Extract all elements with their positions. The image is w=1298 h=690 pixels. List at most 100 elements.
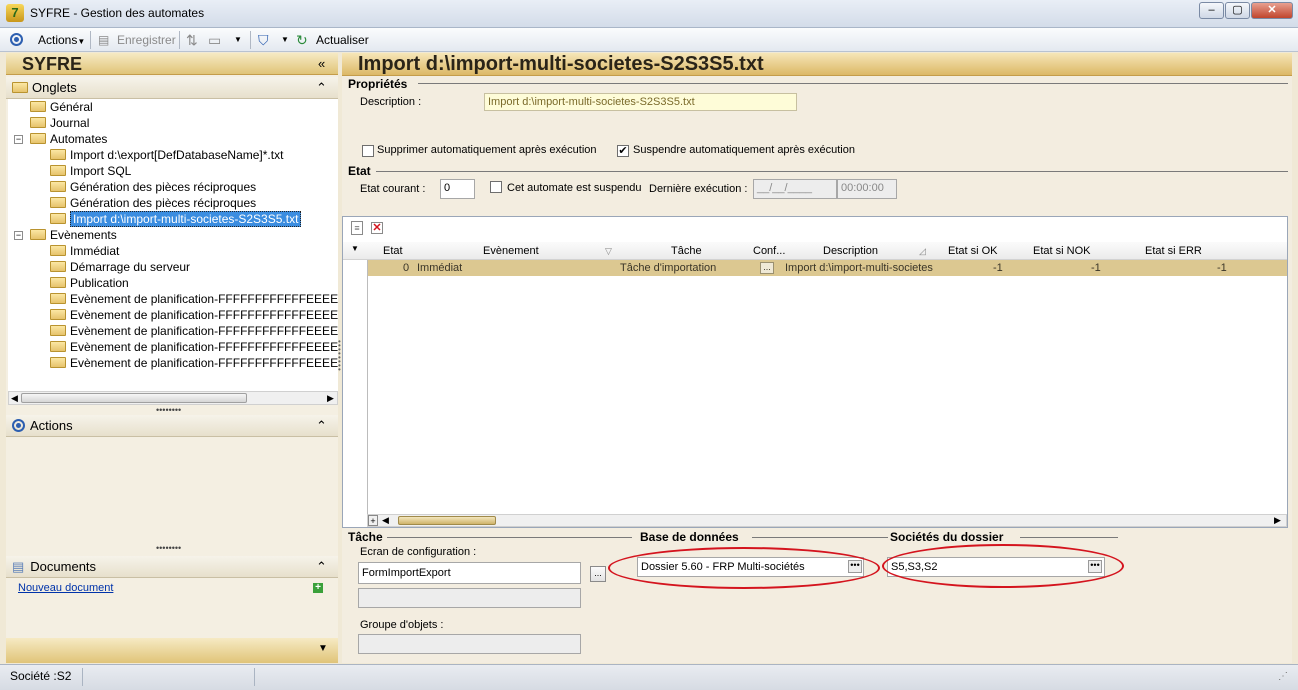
grid-add-icon[interactable]: + (368, 515, 378, 526)
scroll-right-icon[interactable]: ▶ (1274, 515, 1281, 526)
actions-group-label: Actions (30, 418, 73, 433)
ecran-input[interactable]: FormImportExport (358, 562, 581, 584)
filter-icon[interactable]: ⛉ (258, 32, 269, 48)
highlight-ellipse (882, 544, 1124, 588)
delete-row-icon[interactable]: ✕ (371, 222, 383, 234)
column-header[interactable]: Evènement (483, 243, 539, 259)
scroll-thumb[interactable] (21, 393, 247, 403)
tree-item-event[interactable]: Evènement de planification-FFFFFFFFFFFFE… (50, 307, 338, 323)
actions-menu[interactable]: Actions▼ (38, 32, 85, 48)
suspendu-checkbox[interactable] (490, 181, 502, 193)
tree-view[interactable]: Général Journal − Automates Import d:\ex… (8, 99, 338, 391)
tree-item-event[interactable]: Publication (50, 275, 129, 291)
actions-group-header[interactable]: Actions ⌃ (6, 415, 338, 437)
new-row-icon[interactable]: ≡ (351, 221, 363, 235)
onglets-header[interactable]: Onglets ⌃ (6, 77, 338, 99)
splitter-grip[interactable]: •••••••• (156, 543, 181, 553)
cell-description[interactable]: Import d:\import-multi-societes (785, 260, 933, 276)
tree-item-automate[interactable]: Génération des pièces réciproques (50, 179, 256, 195)
scroll-right-icon[interactable]: ▶ (327, 392, 334, 404)
tree-collapse-icon[interactable]: − (14, 231, 23, 240)
cell-etat-nok[interactable]: -1 (1091, 260, 1101, 276)
add-document-icon[interactable]: + (313, 583, 323, 593)
folder-icon (50, 341, 66, 352)
tree-item-automate[interactable]: Import SQL (50, 163, 131, 179)
collapse-icon[interactable]: ⌃ (316, 415, 327, 437)
onglets-label: Onglets (32, 80, 77, 95)
documents-group-header[interactable]: ▤ Documents ⌃ (6, 556, 338, 578)
folder-icon (50, 293, 66, 304)
column-header[interactable]: Etat (383, 243, 403, 259)
collapse-icon[interactable]: ⌃ (316, 77, 327, 99)
tree-item-automate[interactable]: Import d:\export[DefDatabaseName]*.txt (50, 147, 283, 163)
section-divider (1020, 537, 1118, 538)
description-input[interactable]: Import d:\import-multi-societes-S2S3S5.t… (484, 93, 797, 111)
cell-etat[interactable]: 0 (403, 260, 409, 276)
refresh-button[interactable]: Actualiser (316, 32, 369, 48)
scroll-left-icon[interactable]: ◀ (382, 515, 389, 526)
print-icon[interactable]: ▭ (208, 32, 221, 48)
resize-grip-icon[interactable]: ⋰ (1278, 671, 1288, 682)
folder-icon (30, 229, 46, 240)
column-header[interactable]: Conf... (753, 243, 785, 259)
tree-horizontal-scrollbar[interactable]: ◀ ▶ (8, 391, 338, 405)
tree-item-event[interactable]: Evènement de planification-FFFFFFFFFFFFE… (50, 339, 338, 355)
scroll-left-icon[interactable]: ◀ (11, 392, 18, 404)
column-header[interactable]: Etat si ERR (1145, 243, 1202, 259)
tree-item-evenements[interactable]: Evènements (30, 227, 117, 243)
column-header[interactable]: Tâche (671, 243, 702, 259)
tree-item-event[interactable]: Démarrage du serveur (50, 259, 190, 275)
grid-horizontal-scrollbar[interactable]: + ◀ ▶ (367, 514, 1287, 527)
cell-evenement[interactable]: Immédiat (417, 260, 462, 276)
chevron-down-icon[interactable]: ▼ (318, 643, 328, 654)
save-button[interactable]: Enregistrer (117, 32, 176, 48)
cell-conf-button[interactable]: ... (760, 260, 774, 276)
tree-item-event[interactable]: Evènement de planification-FFFFFFFFFFFFE… (50, 291, 338, 307)
tree-collapse-icon[interactable]: − (14, 135, 23, 144)
ecran-browse-button[interactable]: ... (590, 566, 606, 582)
tree-item-general[interactable]: Général (30, 99, 93, 115)
tree-item-automates[interactable]: Automates (30, 131, 107, 147)
print-dropdown-icon[interactable]: ▼ (234, 32, 242, 48)
close-button[interactable]: ✕ (1251, 2, 1293, 19)
column-header[interactable]: Description (823, 243, 878, 259)
tree-item-automate-selected[interactable]: Import d:\import-multi-societes-S2S3S5.t… (50, 211, 302, 227)
actions-group-body (6, 438, 338, 548)
folder-icon (50, 149, 66, 160)
maximize-button[interactable]: ▢ (1225, 2, 1250, 19)
cell-etat-ok[interactable]: -1 (993, 260, 1003, 276)
derniere-heure-input[interactable]: 00:00:00 (837, 179, 897, 199)
refresh-sync-icon[interactable]: ⇅ (186, 32, 198, 48)
tree-item-event[interactable]: Immédiat (50, 243, 119, 259)
scroll-thumb[interactable] (398, 516, 496, 525)
tree-item-event[interactable]: Evènement de planification-FFFFFFFFFFFFE… (50, 355, 338, 371)
document-icon: ▤ (12, 559, 25, 574)
tree-item-event[interactable]: Evènement de planification-FFFFFFFFFFFFE… (50, 323, 338, 339)
derniere-execution-label: Dernière exécution : (649, 183, 748, 195)
column-header[interactable]: Etat si NOK (1033, 243, 1090, 259)
supprimer-checkbox[interactable] (362, 145, 374, 157)
minimize-button[interactable]: – (1199, 2, 1224, 19)
etat-section-title: Etat (348, 164, 371, 178)
collapse-icon[interactable]: ⌃ (316, 556, 327, 578)
sort-icon[interactable]: ◿ (919, 243, 926, 259)
cell-etat-err[interactable]: -1 (1217, 260, 1227, 276)
refresh-icon: ↻ (296, 32, 308, 48)
grid-row-menu-icon[interactable]: ▼ (351, 244, 359, 253)
left-panel: SYFRE « Onglets ⌃ Général Journal − Auto… (6, 53, 338, 663)
tree-item-automate[interactable]: Génération des pièces réciproques (50, 195, 256, 211)
cell-tache[interactable]: Tâche d'importation (620, 260, 716, 276)
filter-dropdown-icon[interactable]: ▼ (281, 32, 289, 48)
suspendre-checkbox[interactable]: ✔ (617, 145, 629, 157)
groupe-input[interactable] (358, 634, 581, 654)
derniere-date-input[interactable]: __/__/____ (753, 179, 837, 199)
collapse-panel-icon[interactable]: « (318, 53, 325, 75)
sort-icon[interactable]: ▽ (605, 243, 612, 259)
events-grid[interactable]: ≡ ✕ ▼ Etat Evènement ▽ Tâche Conf... Des… (342, 216, 1288, 528)
tree-item-journal[interactable]: Journal (30, 115, 89, 131)
etat-courant-input[interactable]: 0 (440, 179, 475, 199)
ecran-secondary-input[interactable] (358, 588, 581, 608)
column-header[interactable]: Etat si OK (948, 243, 998, 259)
splitter-grip[interactable]: •••••••• (156, 405, 181, 415)
new-document-link[interactable]: Nouveau document (18, 582, 113, 594)
